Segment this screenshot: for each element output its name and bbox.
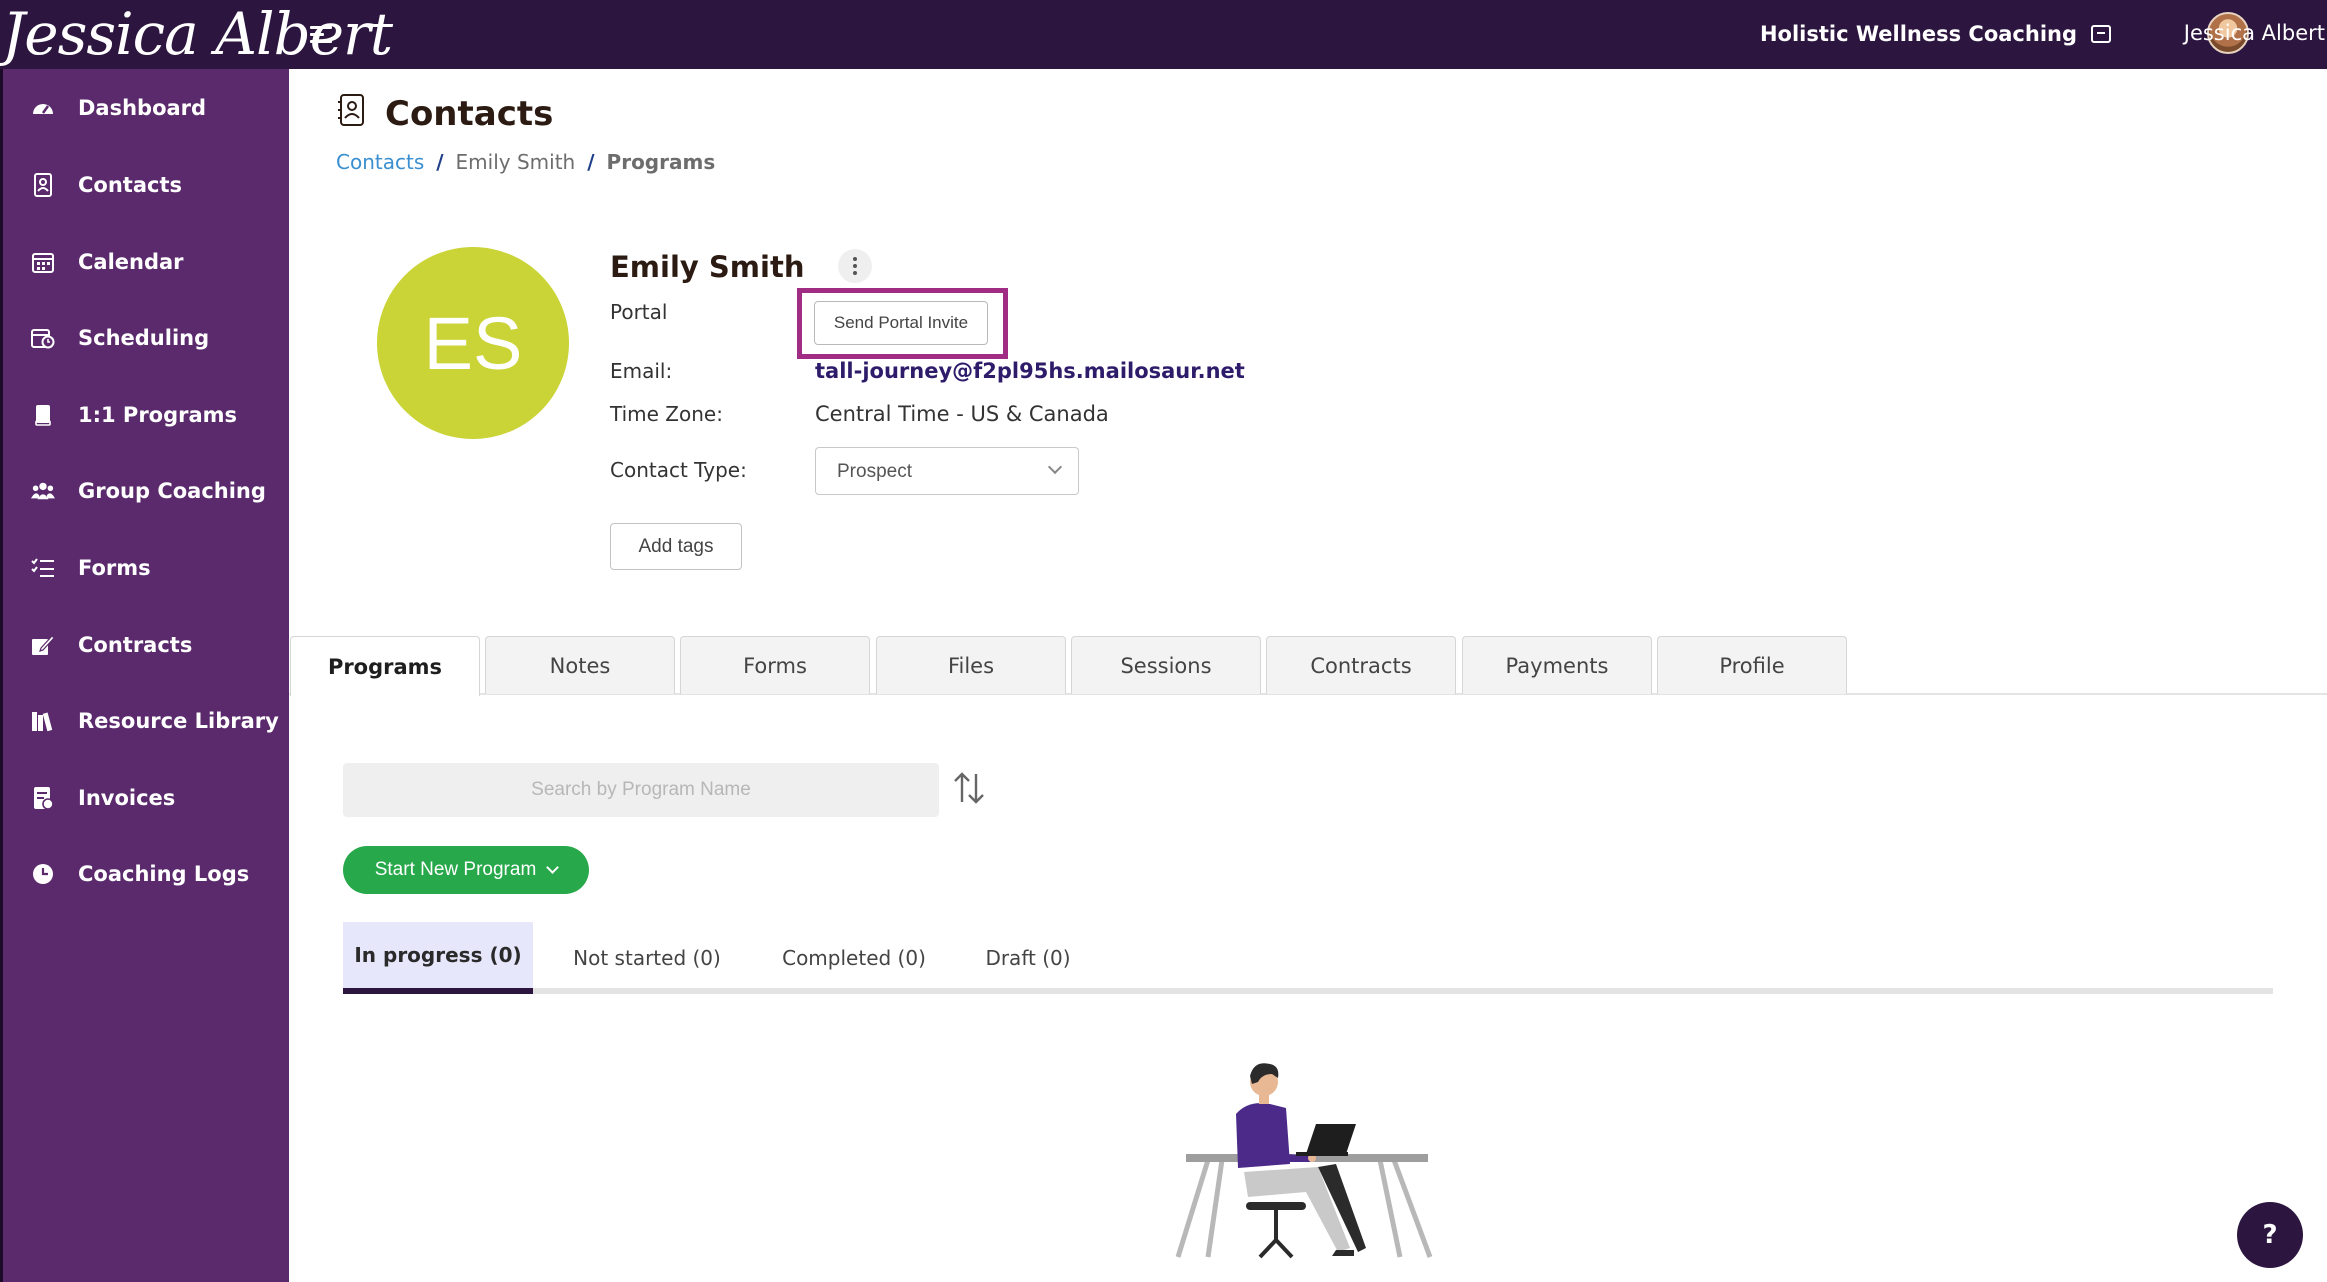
page-title: Contacts [385,94,554,134]
timezone-value: Central Time - US & Canada [815,402,1109,426]
invoice-icon [31,786,55,810]
breadcrumb-separator: / [587,150,595,174]
breadcrumb-current: Programs [606,150,716,174]
tab-sessions[interactable]: Sessions [1071,636,1261,694]
dashboard-icon [31,96,55,120]
start-new-program-label: Start New Program [374,859,537,880]
sidebar-item-calendar[interactable]: Calendar [3,234,289,290]
tab-forms[interactable]: Forms [680,636,870,694]
add-tags-button[interactable]: Add tags [610,523,742,570]
tab-payments[interactable]: Payments [1462,636,1652,694]
sort-icon[interactable] [952,770,986,806]
sidebar-item-label: Forms [78,556,151,580]
app-window: Jessica Albert Holistic Wellness Coachin… [0,0,2327,1282]
contact-name: Emily Smith [610,250,805,284]
subtab-completed[interactable]: Completed (0) [762,922,946,994]
clock-icon [31,862,55,886]
tab-notes[interactable]: Notes [485,636,675,694]
sidebar-item-label: Resource Library [78,709,279,733]
sidebar-item-label: Invoices [78,786,176,810]
library-icon [31,709,55,733]
contract-icon [31,633,55,657]
contact-type-label: Contact Type: [610,458,747,482]
email-label: Email: [610,359,673,383]
chevron-down-icon [546,861,560,874]
sidebar-item-resource-library[interactable]: Resource Library [3,693,289,749]
sidebar-item-scheduling[interactable]: Scheduling [3,310,289,366]
send-portal-invite-button[interactable]: Send Portal Invite [814,301,988,345]
sidebar-item-coaching-logs[interactable]: Coaching Logs [3,846,289,902]
sidebar-item-label: Group Coaching [78,479,266,503]
sidebar-item-label: Calendar [78,250,184,274]
business-name: Holistic Wellness Coaching [1759,22,2077,46]
subtab-in-progress[interactable]: In progress (0) [343,922,533,994]
subtab-draft[interactable]: Draft (0) [966,922,1090,994]
book-icon [31,403,55,427]
tab-programs[interactable]: Programs [290,636,480,696]
group-icon [31,479,55,503]
start-new-program-button[interactable]: Start New Program [343,846,589,894]
breadcrumb: Contacts / Emily Smith / Programs [336,150,715,174]
sidebar-item-contracts[interactable]: Contracts [3,617,289,673]
breadcrumb-contact: Emily Smith [455,150,576,174]
email-link[interactable]: tall-journey@f2pl95hs.mailosaur.net [815,359,1245,383]
contacts-book-icon [338,94,366,126]
calendar-icon [31,250,55,274]
contact-initials: ES [423,301,523,385]
empty-state-illustration [1168,1052,1448,1282]
user-name[interactable]: Jessica Albert [2184,21,2325,45]
contact-type-select[interactable]: Prospect [815,447,1079,495]
breadcrumb-contacts-link[interactable]: Contacts [336,150,424,174]
sidebar-item-forms[interactable]: Forms [3,540,289,596]
scheduling-icon [31,326,55,350]
sidebar-item-label: Coaching Logs [78,862,250,886]
menu-toggle-icon[interactable] [310,24,334,46]
top-bar: Jessica Albert Holistic Wellness Coachin… [0,0,2327,69]
sidebar-item-group-coaching[interactable]: Group Coaching [3,463,289,519]
help-button[interactable]: ? [2237,1202,2303,1268]
tab-files[interactable]: Files [876,636,1066,694]
breadcrumb-separator: / [436,150,444,174]
subtab-not-started[interactable]: Not started (0) [553,922,741,994]
contact-type-value: Prospect [837,461,912,482]
more-options-icon[interactable] [838,249,872,283]
sidebar-item-contacts[interactable]: Contacts [3,157,289,213]
sidebar-item-label: Dashboard [78,96,207,120]
sidebar-item-invoices[interactable]: Invoices [3,770,289,826]
sidebar-item-label: Scheduling [78,326,210,350]
chevron-down-icon [1047,459,1063,475]
sidebar-item-label: Contracts [78,633,193,657]
sidebar-item-dashboard[interactable]: Dashboard [3,80,289,136]
tab-contracts[interactable]: Contracts [1266,636,1456,694]
portal-label: Portal [610,300,668,324]
forms-icon [31,556,55,580]
sidebar: Dashboard Contacts Calendar Scheduling 1… [0,69,289,1282]
contact-avatar: ES [377,247,569,439]
tab-profile[interactable]: Profile [1657,636,1847,694]
sidebar-item-label: 1:1 Programs [78,403,238,427]
sidebar-item-label: Contacts [78,173,182,197]
contacts-icon [31,173,55,197]
program-search-input[interactable] [343,763,939,817]
business-switch-icon[interactable] [2091,25,2111,43]
sidebar-item-programs[interactable]: 1:1 Programs [3,387,289,443]
timezone-label: Time Zone: [610,402,723,426]
